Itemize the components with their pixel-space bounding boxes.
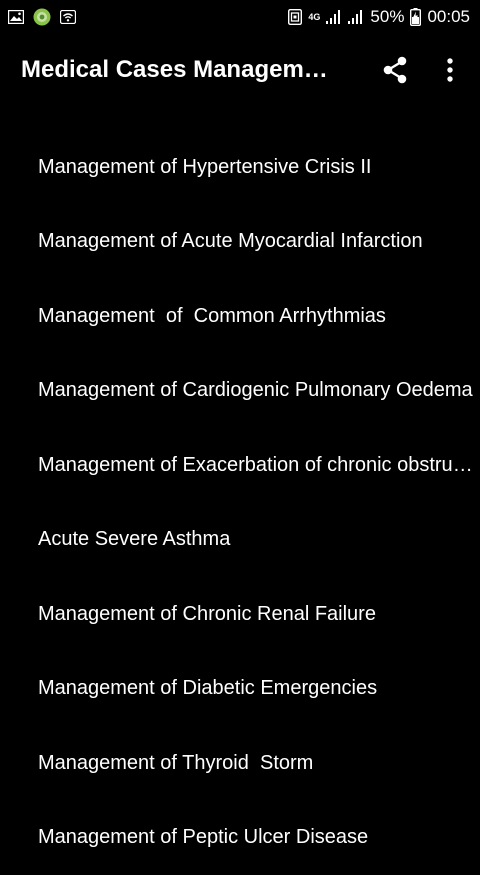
more-vert-icon [446, 58, 454, 82]
list-item-label: Management of Cardiogenic Pulmonary Oede… [38, 379, 480, 402]
list-item[interactable]: Acute Severe Asthma [0, 503, 480, 578]
app-notification-icon [33, 8, 51, 26]
more-options-button[interactable] [428, 48, 472, 92]
list-item[interactable]: Management of Cardiogenic Pulmonary Oede… [0, 354, 480, 429]
list-item[interactable]: Management of Common Arrhythmias [0, 279, 480, 354]
list-item[interactable]: Management of Acute Myocardial Infarctio… [0, 205, 480, 280]
list-item-label: Management of Peptic Ulcer Disease [38, 826, 480, 849]
battery-percent: 50% [370, 7, 404, 27]
list-item[interactable]: Management of Chronic Renal Failure [0, 577, 480, 652]
list-item[interactable]: Management of Thyroid Storm [0, 726, 480, 801]
list-item-label: Management of Hypertensive Crisis II [38, 156, 480, 179]
list-item[interactable]: Management of Peptic Ulcer Disease [0, 801, 480, 875]
network-type-label: 4G [308, 13, 320, 22]
clock: 00:05 [427, 7, 470, 27]
signal-strength-icon-sim2 [348, 10, 364, 24]
app-title: Medical Cases Managem… [21, 56, 343, 84]
list-item-label: Management of Chronic Renal Failure [38, 603, 480, 626]
list-item-label: Acute Severe Asthma [38, 528, 480, 551]
list-item-label: Management of Exacerbation of chronic ob… [38, 454, 480, 477]
medical-cases-list: Management of Hypertensive Crisis II Man… [0, 130, 480, 875]
list-item[interactable]: Management of Diabetic Emergencies [0, 652, 480, 727]
share-button[interactable] [373, 48, 417, 92]
list-item-label: Management of Thyroid Storm [38, 752, 480, 775]
nfc-icon [288, 9, 302, 25]
list-item-label: Management of Diabetic Emergencies [38, 677, 480, 700]
gallery-notification-icon [8, 10, 24, 24]
list-item[interactable]: Management of Exacerbation of chronic ob… [0, 428, 480, 503]
list-item-label: Management of Acute Myocardial Infarctio… [38, 230, 480, 253]
status-bar: 4G 50% 00:05 [0, 0, 480, 34]
battery-charging-icon [410, 8, 421, 26]
share-icon [382, 56, 408, 84]
signal-strength-icon-sim1 [326, 10, 342, 24]
system-status-icons: 4G 50% 00:05 [282, 7, 470, 27]
notification-icons [8, 8, 85, 26]
wifi-notification-icon [60, 10, 76, 24]
app-bar: Medical Cases Managem… [0, 34, 480, 106]
list-item[interactable]: Management of Hypertensive Crisis II [0, 130, 480, 205]
list-item-label: Management of Common Arrhythmias [38, 305, 480, 328]
